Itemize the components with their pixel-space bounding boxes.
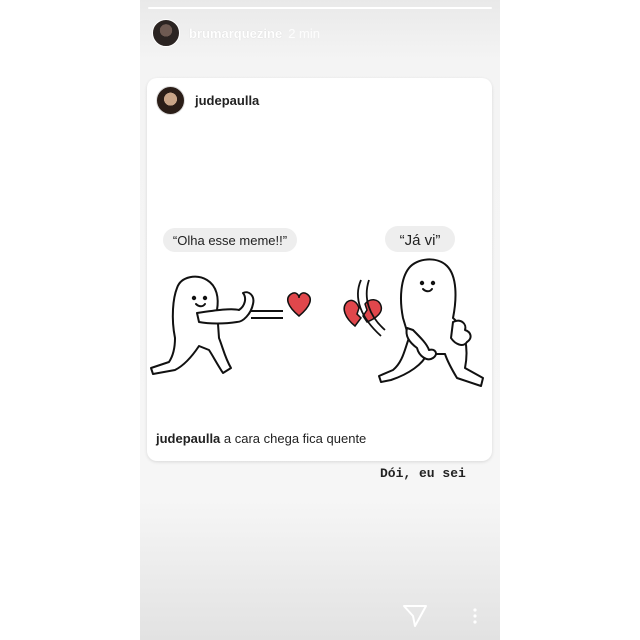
caption-text: a cara chega fica quente xyxy=(220,431,367,446)
more-vertical-icon[interactable] xyxy=(470,603,480,629)
story-timestamp: 2 min xyxy=(288,25,320,41)
text-sticker: Dói, eu sei xyxy=(380,466,466,481)
post-header[interactable]: judepaulla xyxy=(156,86,259,115)
right-bubble-text: “Já vi” xyxy=(400,232,441,249)
story-avatar[interactable] xyxy=(152,19,180,47)
left-character xyxy=(150,275,255,375)
story-header[interactable]: brumarquezine 2 min xyxy=(152,18,320,48)
heart-icon xyxy=(286,292,312,317)
post-caption: judepaulla a cara chega fica quente xyxy=(156,431,366,446)
paper-plane-icon[interactable] xyxy=(402,603,428,629)
throw-lines xyxy=(251,310,283,319)
meme-image: “Olha esse meme!!” “Já vi” xyxy=(150,226,484,387)
post-avatar[interactable] xyxy=(156,86,185,115)
shared-post-card[interactable]: judepaulla “Olha esse meme!!” “Já vi” ju… xyxy=(147,78,492,461)
story-username[interactable]: brumarquezine xyxy=(189,26,282,41)
story-progress-bar xyxy=(148,7,492,9)
story-viewer: brumarquezine 2 min judepaulla “Olha ess… xyxy=(140,0,500,640)
post-username[interactable]: judepaulla xyxy=(195,93,259,108)
left-bubble-text: “Olha esse meme!!” xyxy=(173,233,287,248)
caption-username[interactable]: judepaulla xyxy=(156,431,220,446)
right-character xyxy=(378,258,484,387)
